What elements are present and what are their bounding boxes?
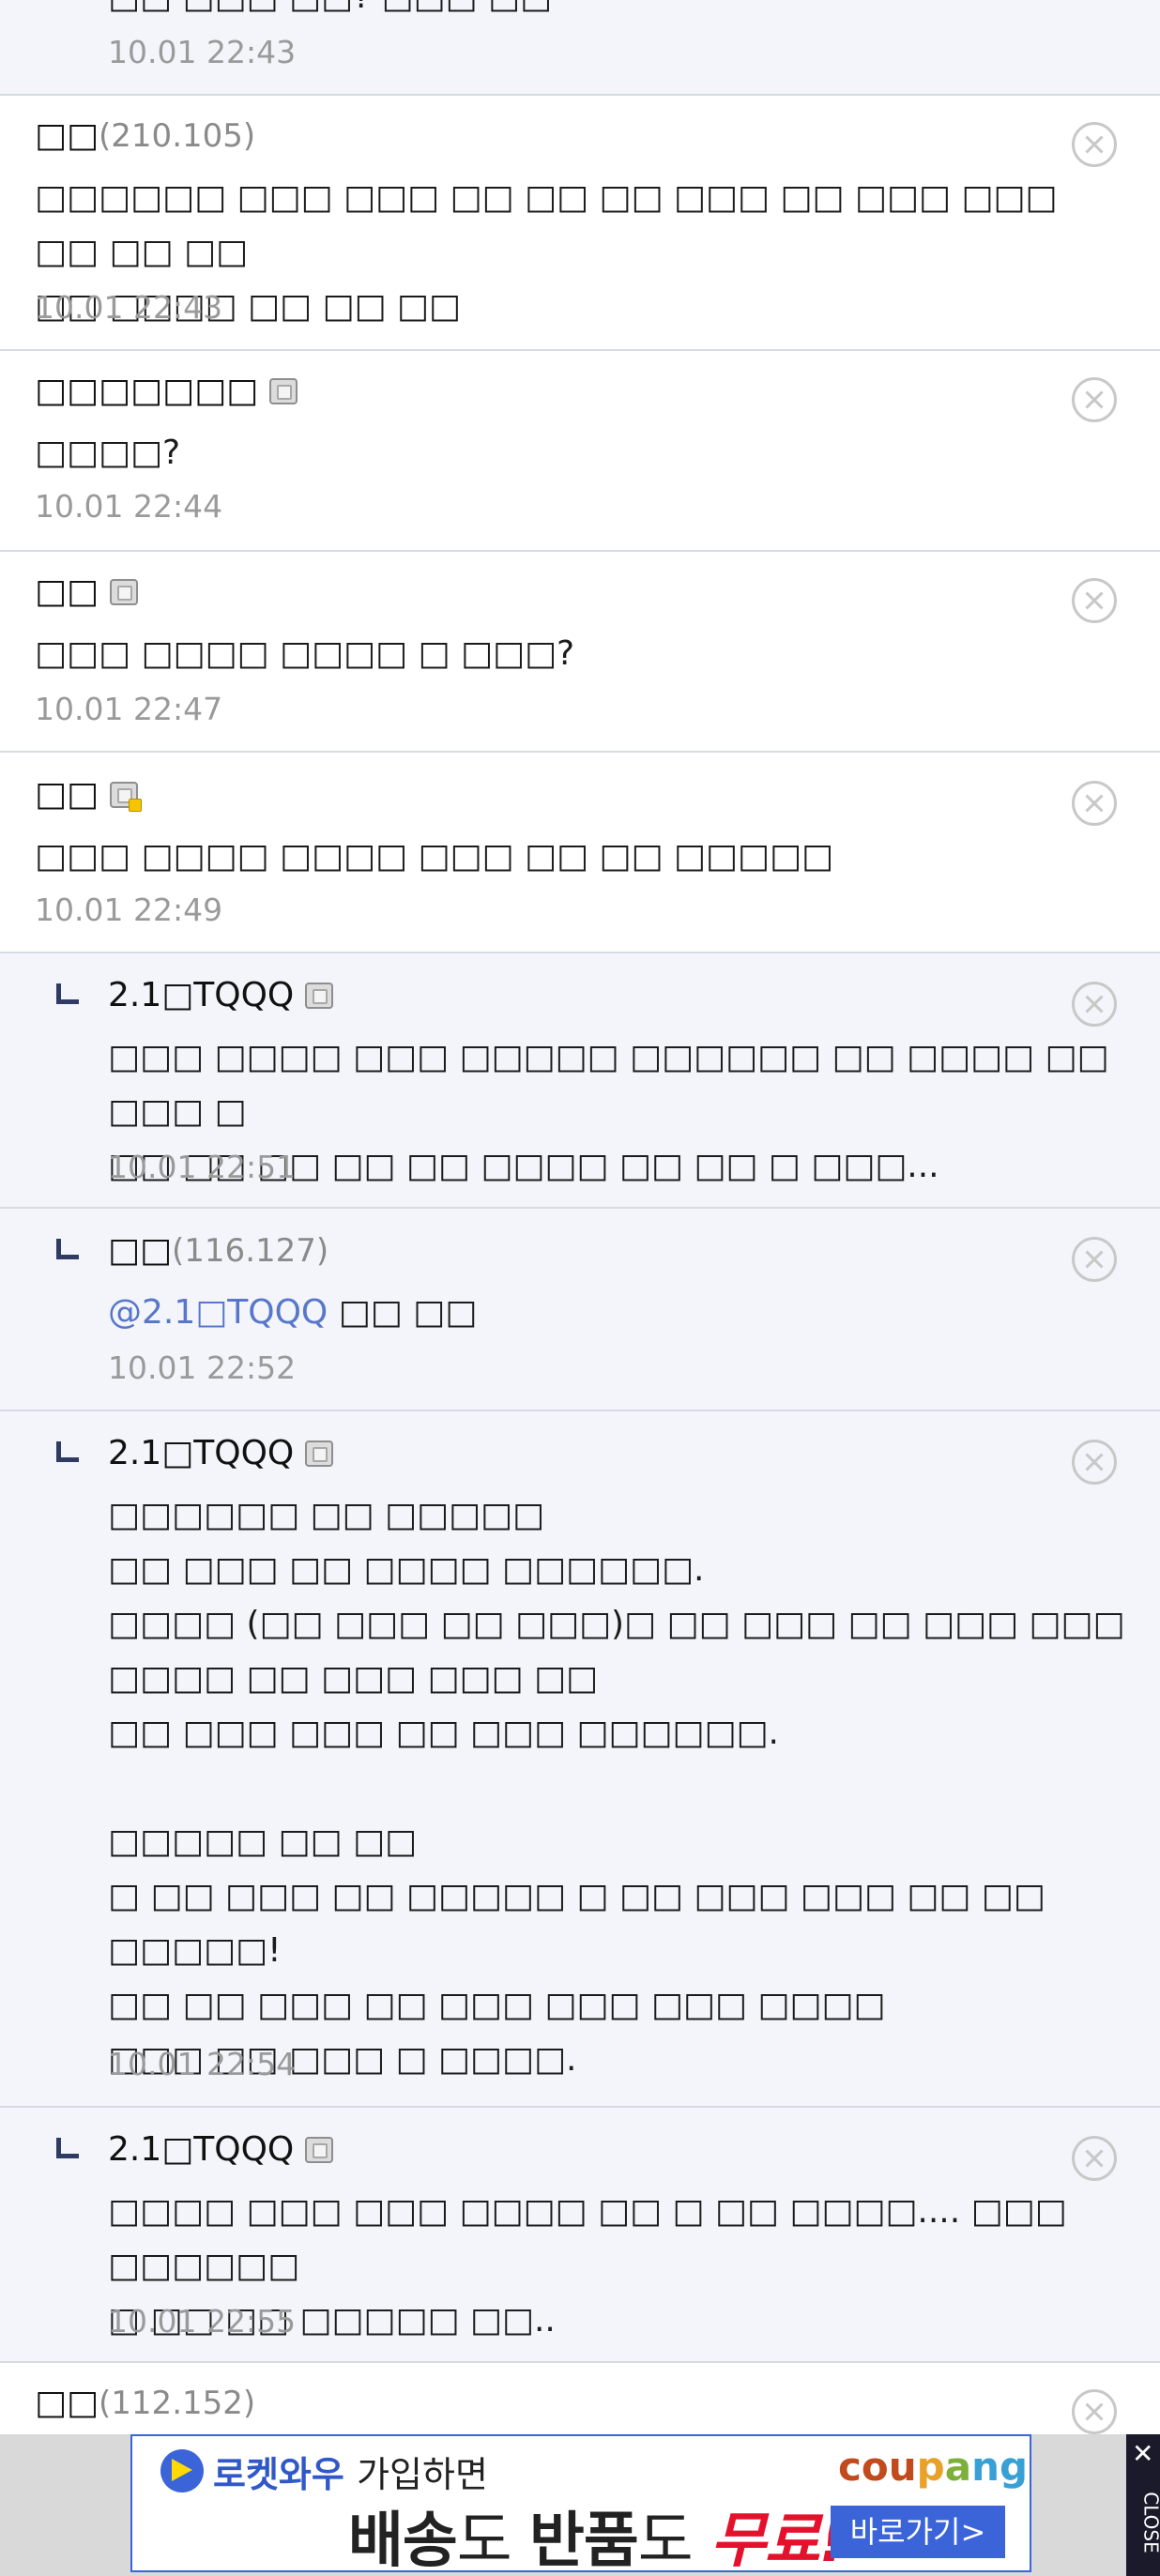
- ad-rocket-brand: 로켓와우: [213, 2454, 344, 2495]
- delete-comment-icon[interactable]: [1072, 2389, 1117, 2434]
- reply-item: 2.1□TQQQ □□□□ □□□ □□□ □□□□ □□ □ □□ □□□□.…: [0, 2108, 1160, 2363]
- comment-text: @2.1□TQQQ □□ □□: [108, 1286, 1160, 1340]
- comment-text: □□□ □□□□ □□□□ □ □□□?: [35, 634, 575, 673]
- ad-cta-button[interactable]: 바로가기>: [831, 2506, 1005, 2558]
- author-nickname[interactable]: 2.1□TQQQ: [108, 1434, 294, 1472]
- ad-join-text: 가입하면: [357, 2454, 488, 2495]
- ad-brand-part: ng: [971, 2444, 1029, 2490]
- comment-text-rest: □□ □□: [328, 1293, 478, 1332]
- delete-comment-icon[interactable]: [1072, 982, 1117, 1027]
- author-ip: (112.152): [99, 2384, 256, 2422]
- delete-comment-icon[interactable]: [1072, 781, 1117, 826]
- member-icon: [269, 377, 298, 404]
- ad-line-1: 로켓와우 가입하면: [213, 2446, 488, 2497]
- comment-text: □□ □□□ □□? □□□ □□: [108, 0, 1160, 24]
- reply-item: 2.1□TQQQ □□□ □□□□ □□□ □□□□□ □□□□□□ □□ □□…: [0, 953, 1160, 1209]
- ad-brand-part: a: [944, 2444, 972, 2490]
- comment-date: 10.01 22:47: [35, 691, 223, 727]
- comment-author: 2.1□TQQQ: [108, 976, 334, 1014]
- comment-date: 10.01 22:52: [108, 1349, 297, 1386]
- comment-page: □□ □□□ □□? □□□ □□ 10.01 22:43 □□(210.105…: [0, 0, 1160, 2576]
- comment-date: 10.01 22:49: [35, 892, 223, 928]
- ad-brand-logo: coupang: [838, 2444, 1028, 2490]
- delete-comment-icon[interactable]: [1072, 122, 1117, 167]
- comment-author: 2.1□TQQQ: [108, 1434, 334, 1472]
- comment-date: 10.01 22:43: [108, 34, 297, 70]
- comment-item: □□ (210.105) □□□□□□ □□□ □□□ □□ □□ □□ □□□ …: [0, 96, 1160, 351]
- member-icon: [305, 1440, 334, 1467]
- comment-item: □□ □□□ □□□□ □□□□ □ □□□? 10.01 22:47: [0, 552, 1160, 753]
- ad-brand-part: p: [916, 2444, 945, 2490]
- author-nickname[interactable]: □□□□□□□: [35, 372, 258, 410]
- comment-text: □□□□□□ □□ □□□□□ □□ □□□ □□ □□□□ □□□□□□. □…: [108, 1496, 1125, 2079]
- delete-comment-icon[interactable]: [1072, 2136, 1117, 2181]
- author-nickname[interactable]: □□: [108, 1231, 172, 1270]
- comment-text: □□□ □□□□ □□□□ □□□ □□ □□ □□□□□: [35, 837, 833, 876]
- comment-date: 10.01 22:43: [35, 289, 223, 326]
- comment-author: □□ (116.127): [108, 1231, 328, 1270]
- delete-comment-icon[interactable]: [1072, 578, 1117, 623]
- comment-author: □□: [35, 572, 139, 611]
- ad-headline-part: 배송: [348, 2507, 458, 2576]
- comment-author: 2.1□TQQQ: [108, 2130, 334, 2169]
- author-ip: (116.127): [172, 1231, 329, 1270]
- comment-author: □□ (210.105): [35, 116, 255, 155]
- comment-author: □□□□□□□: [35, 372, 298, 410]
- ad-close-button[interactable]: ✕ CLOSE: [1126, 2434, 1160, 2576]
- reply-item: □□ (116.127) @2.1□TQQQ □□ □□ 10.01 22:52: [0, 1209, 1160, 1411]
- ad-banner[interactable]: 로켓와우 가입하면 coupang 배송도 반품도 무료! 바로가기>: [130, 2434, 1031, 2576]
- comment-author: □□: [35, 775, 143, 814]
- comment-date: 10.01 22:55: [108, 2303, 297, 2340]
- author-nickname[interactable]: □□: [35, 2384, 99, 2422]
- ad-headline-part: 도: [637, 2507, 710, 2576]
- ad-headline-part: 반품: [529, 2507, 639, 2576]
- author-nickname[interactable]: □□: [35, 572, 99, 611]
- comment-date: 10.01 22:54: [108, 2046, 297, 2082]
- reply-arrow-icon: [56, 1441, 79, 1462]
- ad-brand-part: cou: [838, 2444, 917, 2490]
- member-icon: [305, 2136, 334, 2163]
- fixed-member-icon: [110, 781, 143, 812]
- author-nickname[interactable]: 2.1□TQQQ: [108, 976, 294, 1014]
- reply-arrow-icon: [56, 2138, 79, 2158]
- comment-author: □□ (112.152): [35, 2384, 255, 2422]
- mention-link[interactable]: @2.1□TQQQ: [108, 1293, 328, 1332]
- author-ip: (210.105): [99, 116, 256, 155]
- member-icon: [305, 982, 334, 1009]
- reply-item: 2.1□TQQQ □□□□□□ □□ □□□□□ □□ □□□ □□ □□□□ …: [0, 1411, 1160, 2108]
- author-nickname[interactable]: 2.1□TQQQ: [108, 2130, 294, 2169]
- comment-text: □□□□?: [35, 434, 181, 472]
- ad-headline-part: 무료!: [710, 2507, 847, 2576]
- author-nickname[interactable]: □□: [35, 775, 99, 814]
- author-nickname[interactable]: □□: [35, 116, 99, 155]
- comment-item: □□ □□□ □□? □□□ □□ 10.01 22:43: [0, 0, 1160, 96]
- delete-comment-icon[interactable]: [1072, 1237, 1117, 1282]
- comment-date: 10.01 22:44: [35, 488, 223, 525]
- rocket-icon: [160, 2449, 204, 2492]
- reply-arrow-icon: [56, 1239, 79, 1259]
- ad-headline-part: 도: [456, 2507, 529, 2576]
- comment-item: □□ □□□ □□□□ □□□□ □□□ □□ □□ □□□□□ 10.01 2…: [0, 753, 1160, 953]
- close-icon: ✕: [1132, 2438, 1154, 2469]
- comment-item: □□□□□□□ □□□□? 10.01 22:44: [0, 351, 1160, 552]
- reply-arrow-icon: [56, 983, 79, 1004]
- comment-date: 10.01 22:51: [108, 1149, 297, 1185]
- member-icon: [110, 578, 139, 605]
- delete-comment-icon[interactable]: [1072, 1440, 1117, 1485]
- delete-comment-icon[interactable]: [1072, 377, 1117, 422]
- ad-headline: 배송도 반품도 무료!: [348, 2492, 847, 2576]
- ad-close-label: CLOSE: [1139, 2492, 1160, 2553]
